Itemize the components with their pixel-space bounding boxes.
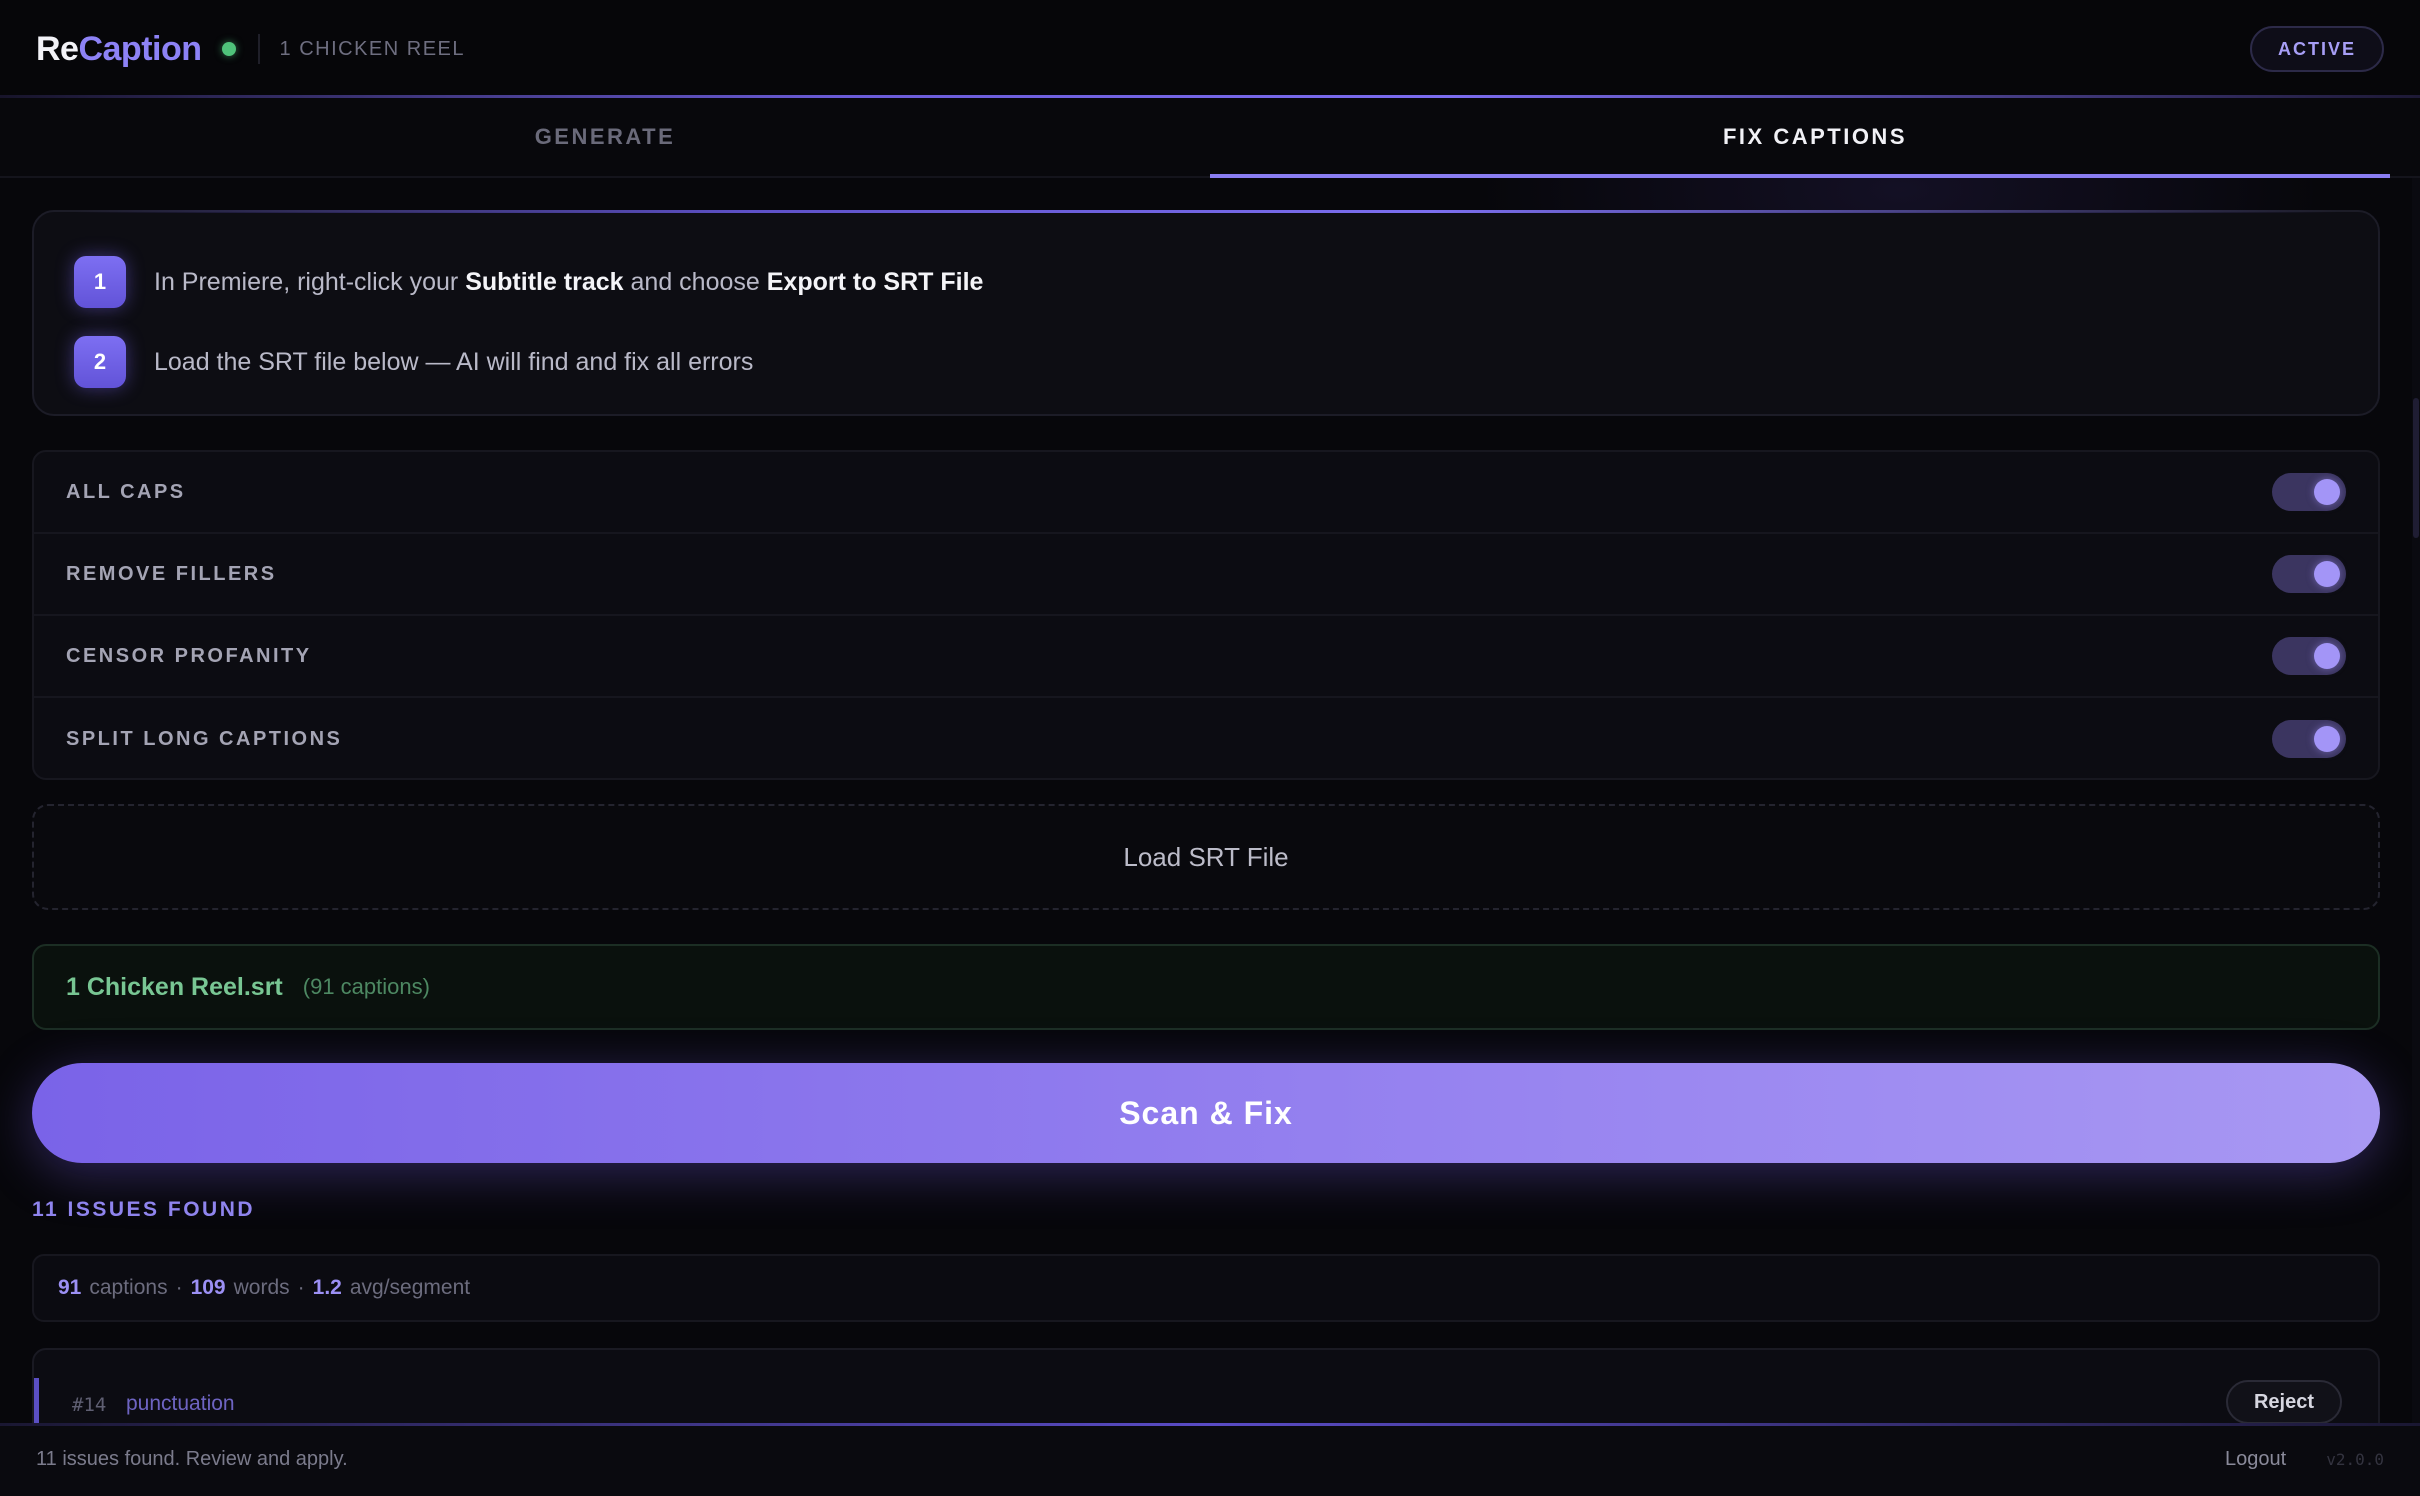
file-name: 1 Chicken Reel.srt xyxy=(66,972,283,1001)
fix-captions-panel: 1 In Premiere, right-click your Subtitle… xyxy=(32,178,2380,1468)
logout-link[interactable]: Logout xyxy=(2225,1448,2286,1471)
toggle-knob xyxy=(2314,643,2340,669)
logo-caption: Caption xyxy=(78,29,202,68)
option-all-caps: ALL CAPS xyxy=(34,452,2378,534)
option-label: ALL CAPS xyxy=(66,480,186,503)
app-logo: Re Caption xyxy=(36,30,202,69)
option-label: REMOVE FILLERS xyxy=(66,562,277,585)
status-message: 11 issues found. Review and apply. xyxy=(36,1448,348,1470)
all-caps-toggle[interactable] xyxy=(2272,473,2346,511)
stat-captions-label: captions xyxy=(89,1276,168,1299)
step-1-prefix: In Premiere, right-click your xyxy=(154,267,466,296)
instructions-card: 1 In Premiere, right-click your Subtitle… xyxy=(32,210,2380,416)
tab-fix-captions[interactable]: FIX CAPTIONS xyxy=(1210,98,2420,178)
option-censor-profanity: CENSOR PROFANITY xyxy=(34,616,2378,698)
issue-number: #14 xyxy=(72,1394,107,1416)
connection-status-dot xyxy=(221,42,236,56)
remove-fillers-toggle[interactable] xyxy=(2272,555,2346,593)
stat-avg-label: avg/segment xyxy=(349,1276,471,1299)
load-srt-button[interactable]: Load SRT File xyxy=(32,804,2380,910)
fix-options-list: ALL CAPS REMOVE FILLERS CENSOR PROFANITY… xyxy=(32,450,2380,780)
step-1-subtitle-track: Subtitle track xyxy=(465,267,624,296)
stat-separator: · xyxy=(297,1276,305,1299)
issues-found-heading: 11 ISSUES FOUND xyxy=(32,1198,256,1221)
logo-re: Re xyxy=(36,29,79,68)
instruction-step-1: 1 In Premiere, right-click your Subtitle… xyxy=(74,256,983,308)
toggle-knob xyxy=(2314,561,2340,587)
toggle-knob xyxy=(2314,479,2340,505)
reject-button[interactable]: Reject xyxy=(2225,1380,2342,1424)
step-1-middle: and choose xyxy=(623,267,767,296)
step-number-badge: 2 xyxy=(74,336,126,388)
tab-generate[interactable]: GENERATE xyxy=(0,98,1210,176)
option-remove-fillers: REMOVE FILLERS xyxy=(34,534,2378,616)
step-number-badge: 1 xyxy=(74,256,126,308)
step-1-export-srt: Export to SRT File xyxy=(766,267,984,296)
loaded-file-info: 1 Chicken Reel.srt (91 captions) xyxy=(32,944,2380,1030)
step-text: Load the SRT file below — AI will find a… xyxy=(154,347,754,376)
option-label: CENSOR PROFANITY xyxy=(66,644,312,667)
scan-and-fix-button[interactable]: Scan & Fix xyxy=(32,1063,2380,1163)
project-name: 1 CHICKEN REEL xyxy=(279,37,466,60)
version-label: v2.0.0 xyxy=(2326,1450,2384,1469)
stat-captions-count: 91 xyxy=(58,1276,82,1299)
caption-stats-bar: 91 captions · 109 words · 1.2 avg/segment xyxy=(32,1254,2380,1322)
header-divider xyxy=(257,34,260,64)
license-status-badge: ACTIVE xyxy=(2249,26,2384,72)
stat-separator: · xyxy=(175,1276,183,1299)
step-text: In Premiere, right-click your Subtitle t… xyxy=(154,268,983,297)
option-split-long-captions: SPLIT LONG CAPTIONS xyxy=(34,698,2378,778)
issue-type: punctuation xyxy=(126,1392,235,1415)
stat-words-count: 109 xyxy=(190,1276,226,1299)
mode-tabs: GENERATE FIX CAPTIONS xyxy=(0,98,2420,178)
scrollbar-thumb[interactable] xyxy=(2413,398,2419,538)
stat-words-label: words xyxy=(233,1276,290,1299)
panel-scrollbar[interactable] xyxy=(2412,178,2420,1423)
instruction-step-2: 2 Load the SRT file below — AI will find… xyxy=(74,336,753,388)
stat-avg-value: 1.2 xyxy=(312,1276,342,1299)
split-long-captions-toggle[interactable] xyxy=(2272,720,2346,758)
option-label: SPLIT LONG CAPTIONS xyxy=(66,727,343,750)
toggle-knob xyxy=(2314,726,2340,752)
caption-count: (91 captions) xyxy=(302,974,430,999)
app-header: Re Caption 1 CHICKEN REEL ACTIVE xyxy=(0,0,2420,98)
status-footer: 11 issues found. Review and apply. Logou… xyxy=(0,1423,2420,1496)
censor-profanity-toggle[interactable] xyxy=(2272,637,2346,675)
